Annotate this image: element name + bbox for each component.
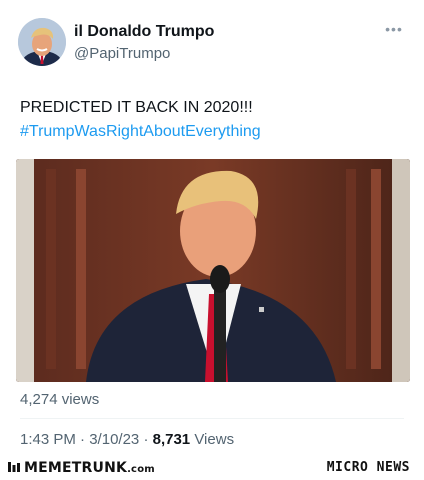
tweet-meta: 1:43 PM · 3/10/23 · 8,731 Views xyxy=(20,431,234,448)
meta-separator: · xyxy=(143,431,149,448)
micro-news-logo: MICRO NEWS xyxy=(326,460,410,475)
tweet-body: PREDICTED IT BACK IN 2020!!! xyxy=(20,99,253,116)
tweet-date[interactable]: 3/10/23 xyxy=(89,431,139,448)
avatar[interactable] xyxy=(18,18,66,66)
more-dots-icon[interactable]: ••• xyxy=(384,22,404,36)
hashtag-link[interactable]: #TrumpWasRightAboutEverything xyxy=(20,120,410,144)
tweet-header: il Donaldo Trumpo @PapiTrumpo ••• xyxy=(18,18,410,68)
media-view-count: 4,274 views xyxy=(20,391,100,408)
display-name[interactable]: il Donaldo Trumpo xyxy=(74,23,214,41)
user-handle[interactable]: @PapiTrumpo xyxy=(74,45,170,62)
view-count: 8,731 xyxy=(152,431,191,448)
tweet-time[interactable]: 1:43 PM xyxy=(20,431,76,448)
video-thumbnail xyxy=(16,159,410,382)
bars-icon xyxy=(8,460,20,476)
meta-separator: · xyxy=(80,431,86,448)
tweet-text: PREDICTED IT BACK IN 2020!!! #TrumpWasRi… xyxy=(20,96,410,144)
watermark-footer: MEMETRUNK.com MICRO NEWS xyxy=(0,456,424,480)
memetrunk-text: MEMETRUNK xyxy=(24,460,128,476)
memetrunk-logo: MEMETRUNK.com xyxy=(8,460,155,476)
tweet-card: il Donaldo Trumpo @PapiTrumpo ••• PREDIC… xyxy=(0,0,424,455)
video-media[interactable] xyxy=(16,159,410,382)
views-label: Views xyxy=(194,431,235,448)
divider xyxy=(20,418,404,419)
memetrunk-suffix: .com xyxy=(127,464,155,475)
avatar-image xyxy=(18,18,66,66)
